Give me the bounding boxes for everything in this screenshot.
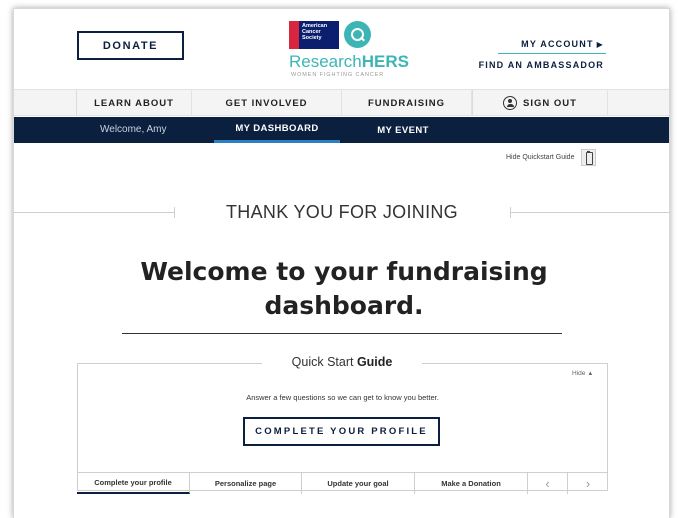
user-icon bbox=[503, 96, 518, 110]
quick-start-hide-toggle[interactable]: Hide ▲ bbox=[572, 370, 593, 377]
thank-you-heading: THANK YOU FOR JOINING bbox=[226, 202, 458, 222]
brand-tagline: WOMEN FIGHTING CANCER bbox=[291, 72, 385, 78]
quick-start-title: Quick Start Guide bbox=[262, 355, 422, 369]
chevron-up-icon: ▲ bbox=[587, 371, 594, 377]
main-nav: LEARN ABOUT GET INVOLVED FUNDRAISING SIG… bbox=[14, 89, 669, 116]
chevron-right-icon[interactable]: › bbox=[568, 473, 608, 494]
find-ambassador-link[interactable]: FIND AN AMBASSADOR bbox=[479, 60, 604, 70]
main-nav-spacer bbox=[14, 90, 77, 116]
page-title: Welcome to your fundraising dashboard. bbox=[140, 257, 548, 320]
step-tab-personalize-page[interactable]: Personalize page bbox=[190, 473, 302, 494]
quick-start-steps: Complete your profile Personalize page U… bbox=[77, 472, 608, 494]
tab-my-event[interactable]: MY EVENT bbox=[340, 117, 466, 143]
browser-frame: DONATE American Cancer Society ResearchH… bbox=[13, 8, 670, 518]
chevron-left-icon[interactable]: ‹ bbox=[528, 473, 568, 494]
brand-name-suffix: HERS bbox=[361, 52, 409, 71]
heading-rule-left bbox=[14, 212, 174, 213]
nav-item-learn-about[interactable]: LEARN ABOUT bbox=[77, 90, 192, 116]
hide-quickstart-label: Hide Quickstart Guide bbox=[506, 154, 575, 161]
hide-quickstart-guide-link[interactable]: Hide Quickstart Guide bbox=[506, 149, 597, 166]
dashboard-bar: Welcome, Amy MY DASHBOARD MY EVENT bbox=[14, 117, 669, 143]
nav-item-get-involved[interactable]: GET INVOLVED bbox=[192, 90, 342, 116]
quick-start-hide-label: Hide bbox=[572, 370, 586, 377]
title-underline bbox=[122, 333, 562, 334]
step-tab-make-donation[interactable]: Make a Donation bbox=[415, 473, 528, 494]
quick-start-title-plain: Quick Start bbox=[291, 355, 357, 369]
step-tab-update-goal[interactable]: Update your goal bbox=[302, 473, 415, 494]
sign-out-button[interactable]: SIGN OUT bbox=[472, 90, 608, 116]
clipboard-icon bbox=[581, 149, 597, 166]
researchers-logo[interactable]: American Cancer Society ResearchHERS WOM… bbox=[289, 21, 409, 81]
tab-my-dashboard[interactable]: MY DASHBOARD bbox=[214, 117, 340, 143]
my-account-link[interactable]: MY ACCOUNT ▶ bbox=[521, 39, 604, 49]
sign-out-label: SIGN OUT bbox=[523, 97, 577, 109]
my-account-label: MY ACCOUNT bbox=[521, 39, 594, 49]
heading-rule-right bbox=[510, 212, 669, 213]
quick-start-question: Answer a few questions so we can get to … bbox=[246, 393, 439, 402]
complete-profile-button[interactable]: COMPLETE YOUR PROFILE bbox=[243, 417, 440, 446]
nav-item-fundraising[interactable]: FUNDRAISING bbox=[342, 90, 472, 116]
account-divider bbox=[498, 53, 606, 54]
donate-button[interactable]: DONATE bbox=[77, 31, 184, 60]
play-arrow-icon: ▶ bbox=[596, 40, 604, 49]
brand-name: ResearchHERS bbox=[289, 52, 409, 72]
acs-logo-text: American Cancer Society bbox=[302, 23, 328, 41]
step-tab-complete-profile[interactable]: Complete your profile bbox=[77, 473, 190, 494]
brand-name-prefix: Research bbox=[289, 52, 362, 71]
quick-start-border-right bbox=[422, 363, 608, 364]
quick-start-border-left bbox=[77, 363, 262, 364]
acs-logo-sword bbox=[289, 21, 299, 49]
quick-start-title-bold: Guide bbox=[356, 355, 393, 369]
welcome-user: Welcome, Amy bbox=[100, 124, 167, 135]
